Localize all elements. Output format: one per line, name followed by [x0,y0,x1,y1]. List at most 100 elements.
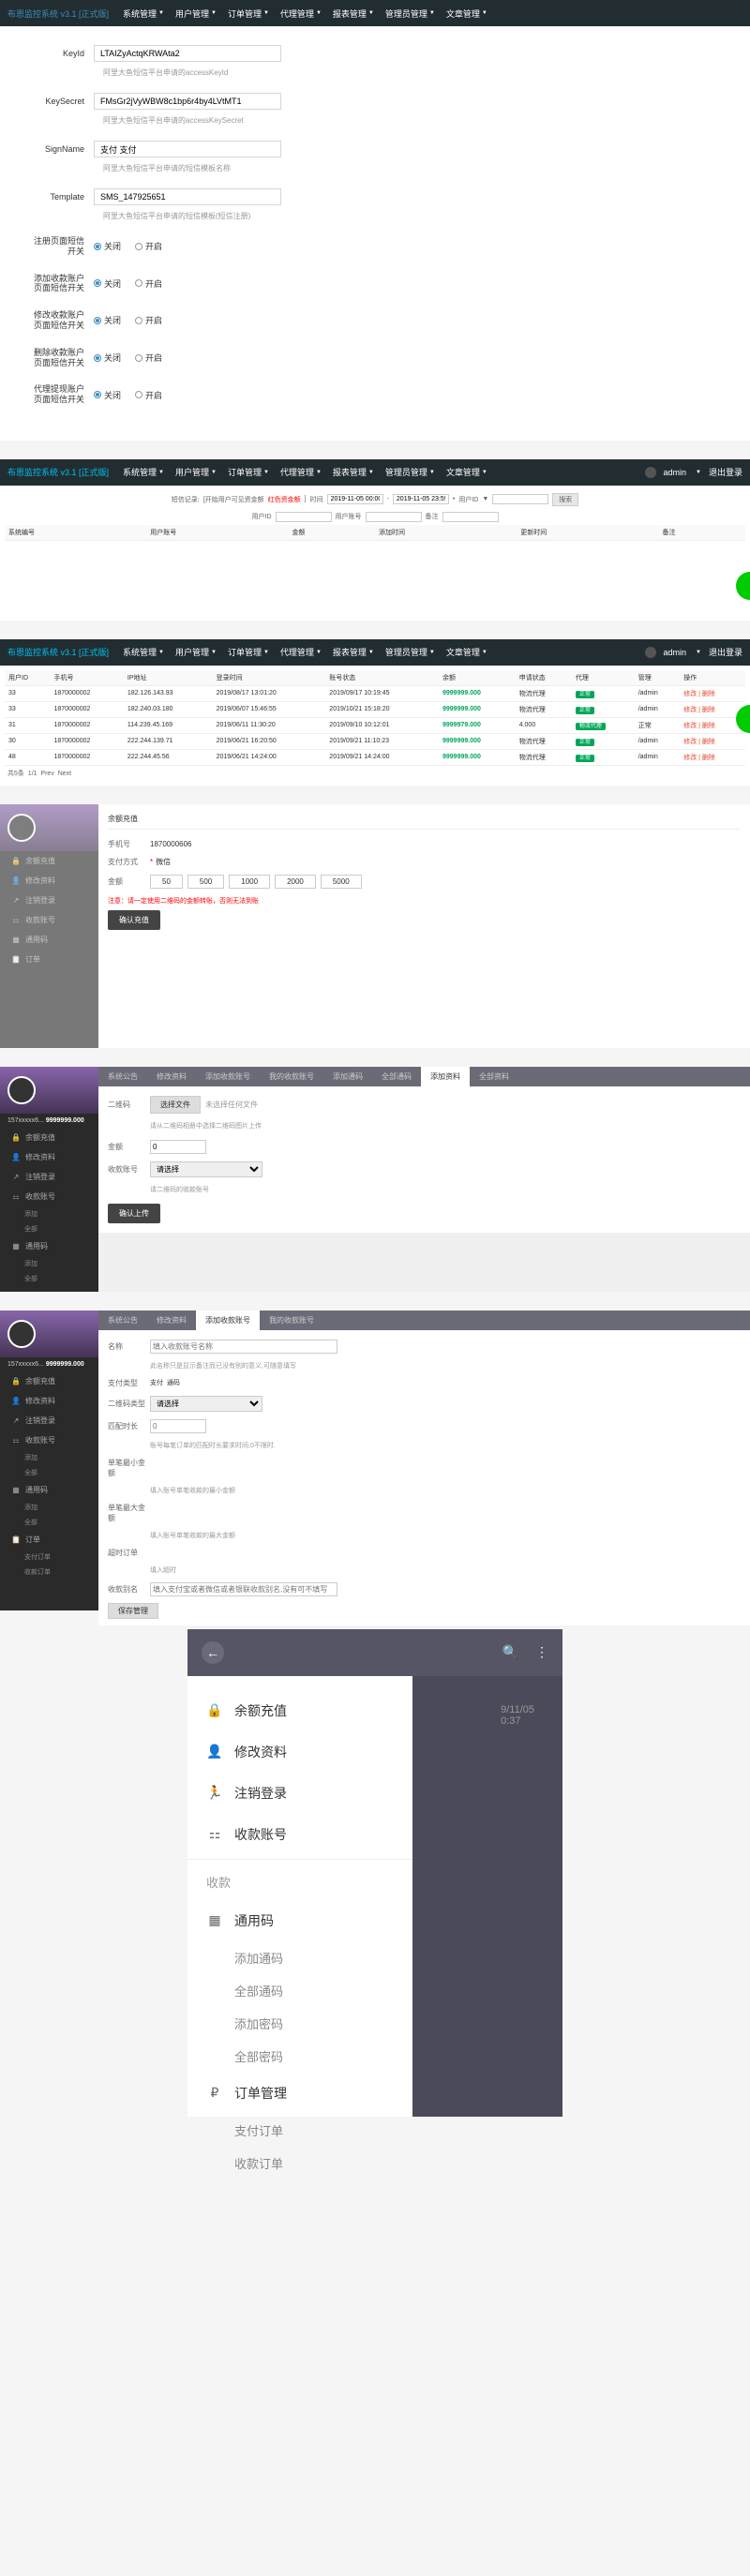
dr-sub-rcv[interactable]: 收款订单 [188,2147,412,2179]
amount-option[interactable]: 500 [188,875,224,889]
dr-logout[interactable]: 🏃注销登录 [188,1773,412,1814]
nav-report[interactable]: 报表管理▼ [333,646,374,658]
remark-input[interactable] [442,512,499,522]
dr-sub-pay[interactable]: 支付订单 [188,2114,412,2147]
user-icon[interactable] [645,467,656,478]
sb-profile[interactable]: 👤修改资料 [0,871,98,891]
fee-input[interactable] [150,1419,206,1433]
radio-off[interactable]: 关闭 [94,352,121,364]
search-input[interactable] [492,494,548,504]
dr-profile[interactable]: 👤修改资料 [188,1731,412,1773]
nav-user[interactable]: 用户管理▼ [175,646,217,658]
status-badge[interactable]: 正常 [576,755,594,762]
radio-on[interactable]: 开启 [135,240,162,252]
nav-article[interactable]: 文章管理▼ [446,7,488,20]
tab[interactable]: 全部资料 [470,1067,518,1086]
status-badge[interactable]: 正常 [576,707,594,714]
keyid-input[interactable] [94,45,281,62]
row-actions[interactable]: 修改 | 删除 [680,685,745,701]
sb-profile[interactable]: 👤修改资料 [0,1147,98,1167]
sb-recharge[interactable]: 🔒余额充值 [0,1371,98,1391]
avatar[interactable] [8,1076,36,1104]
dr-sub-all[interactable]: 全部通码 [188,1974,412,2007]
nav-agent[interactable]: 代理管理▼ [280,466,322,478]
nav-user[interactable]: 用户管理▼ [175,7,217,20]
prev-button[interactable]: Prev [40,771,53,777]
tab[interactable]: 添加收款账号 [196,1310,260,1330]
sb-profile[interactable]: 👤修改资料 [0,1391,98,1411]
avatar[interactable] [8,1320,36,1348]
sb-logout[interactable]: ↗注销登录 [0,1411,98,1430]
back-button[interactable]: ← [202,1641,224,1664]
sb-tym[interactable]: ▦通用码 [0,1236,98,1256]
tab[interactable]: 修改资料 [147,1310,196,1330]
sb-tym[interactable]: ▦通用码 [0,1480,98,1500]
dr-account[interactable]: ⚏收款账号 [188,1814,412,1855]
keysecret-input[interactable] [94,93,281,110]
qrtype-select[interactable]: 请选择 [150,1396,262,1412]
nav-report[interactable]: 报表管理▼ [333,466,374,478]
sb-logout[interactable]: ↗注销登录 [0,891,98,910]
nav-sys[interactable]: 系统管理▼ [123,7,164,20]
radio-on[interactable]: 开启 [135,314,162,326]
uid-input[interactable] [276,512,332,522]
name-input[interactable] [150,1340,338,1354]
sb-account[interactable]: ⚏收款账号 [0,1187,98,1206]
sb-account[interactable]: ⚏收款账号 [0,910,98,930]
confirm-upload-button[interactable]: 确认上传 [108,1204,160,1223]
dr-tym[interactable]: ▦通用码 [188,1900,412,1941]
next-button[interactable]: Next [58,771,71,777]
nav-report[interactable]: 报表管理▼ [333,7,374,20]
account-select[interactable]: 请选择 [150,1161,262,1177]
tab[interactable]: 我的收款账号 [260,1310,323,1330]
nav-admin[interactable]: 管理员管理▼ [385,7,435,20]
sb-sub[interactable]: 添加 [0,1256,98,1271]
type-radio-code[interactable]: 通码 [167,1378,180,1387]
nav-order[interactable]: 订单管理▼ [228,466,269,478]
avatar[interactable] [8,814,36,842]
radio-off[interactable]: 关闭 [94,314,121,326]
status-badge[interactable]: 正常 [576,739,594,746]
dr-order[interactable]: ₽订单管理 [188,2073,412,2114]
username[interactable]: admin [664,648,687,657]
username[interactable]: admin [664,468,687,477]
nav-article[interactable]: 文章管理▼ [446,466,488,478]
amount-option[interactable]: 50 [150,875,183,889]
radio-on[interactable]: 开启 [135,352,162,364]
confirm-recharge-button[interactable]: 确认充值 [108,910,160,930]
nav-sys[interactable]: 系统管理▼ [123,466,164,478]
nav-order[interactable]: 订单管理▼ [228,7,269,20]
tab[interactable]: 添加收款账号 [196,1067,260,1086]
sb-logout[interactable]: ↗注销登录 [0,1167,98,1187]
amount-option[interactable]: 1000 [229,875,270,889]
signname-input[interactable] [94,141,281,157]
type-radio-pay[interactable]: 支付 [150,1378,163,1387]
sb-sub[interactable]: 全部 [0,1221,98,1236]
sb-sub[interactable]: 全部 [0,1271,98,1286]
sb-order[interactable]: 📋订单 [0,1530,98,1550]
tab[interactable]: 系统公告 [98,1067,147,1086]
tab[interactable]: 修改资料 [147,1067,196,1086]
nav-user[interactable]: 用户管理▼ [175,466,217,478]
tab[interactable]: 添加资料 [421,1067,470,1086]
row-actions[interactable]: 修改 | 删除 [680,733,745,749]
status-badge[interactable]: 正常 [576,691,594,698]
phone-input[interactable] [366,512,422,522]
nav-agent[interactable]: 代理管理▼ [280,7,322,20]
radio-off[interactable]: 关闭 [94,389,121,401]
row-actions[interactable]: 修改 | 删除 [680,749,745,765]
dr-sub-all2[interactable]: 全部密码 [188,2040,412,2073]
sb-account[interactable]: ⚏收款账号 [0,1430,98,1450]
radio-off[interactable]: 关闭 [94,240,121,252]
sb-recharge[interactable]: 🔒余额充值 [0,851,98,871]
alias-input[interactable] [150,1582,338,1596]
dr-recharge[interactable]: 🔒余额充值 [188,1690,412,1731]
logout-link[interactable]: 退出登录 [709,646,742,658]
nav-article[interactable]: 文章管理▼ [446,646,488,658]
date-from[interactable] [327,494,383,504]
sb-recharge[interactable]: 🔒余额充值 [0,1128,98,1147]
tab[interactable]: 添加通码 [323,1067,372,1086]
sb-tym[interactable]: ▦通用码 [0,930,98,950]
sb-sub[interactable]: 添加 [0,1206,98,1221]
amount-option[interactable]: 2000 [275,875,316,889]
